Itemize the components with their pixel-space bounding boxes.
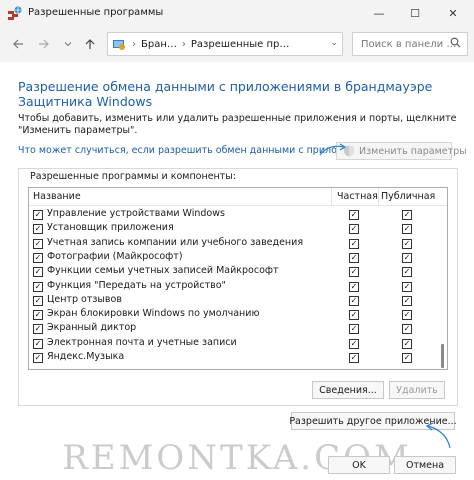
arrow-right-icon: [39, 39, 49, 49]
details-button[interactable]: Сведения...: [312, 381, 384, 399]
app-name-label: Фотографии (Майкрософт): [47, 250, 183, 262]
public-network-checkbox[interactable]: ✓: [402, 338, 412, 349]
private-network-checkbox[interactable]: ✓: [349, 295, 359, 306]
search-placeholder: Поиск в панели …: [361, 38, 457, 50]
app-name-label: Установщик приложения: [47, 222, 174, 234]
private-network-checkbox[interactable]: ✓: [349, 310, 359, 321]
maximize-button[interactable]: ☐: [398, 0, 432, 26]
private-network-checkbox[interactable]: ✓: [349, 281, 359, 292]
private-network-checkbox[interactable]: ✓: [349, 210, 359, 220]
allowed-apps-label: Разрешенные программы и компоненты:: [30, 171, 236, 182]
app-name-label: Яндекс.Музыка: [47, 351, 125, 362]
public-network-checkbox[interactable]: ✓: [402, 295, 412, 306]
page-description: Чтобы добавить, изменить или удалить раз…: [18, 113, 457, 136]
app-enabled-checkbox[interactable]: ✓: [33, 224, 43, 235]
app-name-label: Центр отзывов: [47, 293, 122, 305]
search-input[interactable]: Поиск в панели …: [352, 32, 468, 56]
forward-button[interactable]: [34, 34, 54, 54]
private-network-checkbox[interactable]: ✓: [349, 267, 359, 278]
firewall-app-icon: [8, 6, 22, 20]
control-panel-icon: [113, 40, 125, 50]
private-network-checkbox[interactable]: ✓: [349, 224, 359, 235]
app-name-label: Управление устройствами Windows: [47, 208, 225, 219]
public-network-checkbox[interactable]: ✓: [402, 353, 412, 363]
public-network-checkbox[interactable]: ✓: [402, 238, 412, 249]
breadcrumb-allowed-apps[interactable]: Разрешенные пр…: [191, 39, 289, 50]
app-enabled-checkbox[interactable]: ✓: [33, 338, 43, 349]
table-row[interactable]: ✓ Яндекс.Музыка ✓ ✓: [29, 351, 439, 365]
table-row[interactable]: ✓ Установщик приложения ✓ ✓: [29, 222, 439, 236]
address-bar[interactable]: › Бран… › Разрешенные пр… ⌄: [107, 32, 343, 56]
allowed-apps-list[interactable]: Название Частная Публичная ✓ Управление у…: [28, 187, 448, 370]
annotation-arrow-top: [319, 143, 347, 156]
arrow-left-icon: [13, 39, 23, 49]
table-row[interactable]: ✓ Экран блокировки Windows по умолчанию ✓ ✓: [29, 308, 439, 322]
annotation-arrow-bottom: [425, 422, 451, 449]
app-enabled-checkbox[interactable]: ✓: [33, 324, 43, 335]
table-row[interactable]: ✓ Управление устройствами Windows ✓ ✓: [29, 208, 439, 222]
app-enabled-checkbox[interactable]: ✓: [33, 210, 43, 220]
app-name-label: Функция "Передать на устройство": [47, 279, 226, 291]
app-name-label: Электронная почта и учетные записи: [47, 336, 237, 348]
app-name-label: Экранный диктор: [47, 322, 137, 334]
address-dropdown-icon[interactable]: ⌄: [330, 38, 338, 48]
app-enabled-checkbox[interactable]: ✓: [33, 295, 43, 306]
scrollbar-thumb[interactable]: [441, 344, 444, 368]
change-settings-button[interactable]: Изменить параметры: [336, 142, 467, 160]
app-enabled-checkbox[interactable]: ✓: [33, 281, 43, 292]
app-name-label: Функции семьи учетных записей Майкрософт: [47, 265, 279, 277]
app-enabled-checkbox[interactable]: ✓: [33, 238, 43, 249]
recent-locations-button[interactable]: [58, 34, 78, 54]
column-divider[interactable]: [331, 188, 332, 206]
private-network-checkbox[interactable]: ✓: [349, 353, 359, 363]
table-row[interactable]: ✓ Учетная запись компании или учебного за…: [29, 237, 439, 251]
app-enabled-checkbox[interactable]: ✓: [33, 267, 43, 278]
public-network-checkbox[interactable]: ✓: [402, 310, 412, 321]
public-network-checkbox[interactable]: ✓: [402, 252, 412, 263]
public-network-checkbox[interactable]: ✓: [402, 324, 412, 335]
minimize-button[interactable]: —: [362, 0, 396, 26]
breadcrumb-firewall[interactable]: Бран…: [141, 39, 177, 50]
app-enabled-checkbox[interactable]: ✓: [33, 353, 43, 363]
column-header-public[interactable]: Публичная: [381, 191, 435, 202]
page-heading: Разрешение обмена данными с приложениями…: [18, 79, 433, 109]
search-icon: [450, 37, 461, 48]
change-settings-label: Изменить параметры: [359, 145, 467, 157]
app-name-label: Учетная запись компании или учебного зав…: [47, 236, 304, 248]
navigation-bar: › Бран… › Разрешенные пр… ⌄ Поиск в пане…: [0, 28, 474, 60]
column-header-private[interactable]: Частная: [337, 191, 378, 202]
cancel-button[interactable]: Отмена: [394, 456, 456, 474]
private-network-checkbox[interactable]: ✓: [349, 338, 359, 349]
public-network-checkbox[interactable]: ✓: [402, 267, 412, 278]
private-network-checkbox[interactable]: ✓: [349, 324, 359, 335]
table-row[interactable]: ✓ Фотографии (Майкрософт) ✓ ✓: [29, 251, 439, 265]
close-button[interactable]: ✕: [436, 0, 470, 26]
arrow-up-icon: [85, 39, 95, 49]
private-network-checkbox[interactable]: ✓: [349, 252, 359, 263]
table-row[interactable]: ✓ Электронная почта и учетные записи ✓ ✓: [29, 337, 439, 351]
app-enabled-checkbox[interactable]: ✓: [33, 252, 43, 263]
public-network-checkbox[interactable]: ✓: [402, 224, 412, 235]
table-row[interactable]: ✓ Экранный диктор ✓ ✓: [29, 322, 439, 336]
column-divider[interactable]: [378, 188, 379, 206]
back-button[interactable]: [8, 34, 28, 54]
ok-button[interactable]: OK: [328, 456, 390, 474]
public-network-checkbox[interactable]: ✓: [402, 210, 412, 220]
list-header: Название Частная Публичная: [29, 188, 447, 206]
table-row[interactable]: ✓ Функция "Передать на устройство" ✓ ✓: [29, 280, 439, 294]
delete-button[interactable]: Удалить: [389, 381, 445, 399]
title-bar: Разрешенные программы — ☐ ✕: [0, 0, 474, 26]
app-enabled-checkbox[interactable]: ✓: [33, 310, 43, 321]
window-title: Разрешенные программы: [28, 7, 164, 18]
up-button[interactable]: [80, 34, 100, 54]
private-network-checkbox[interactable]: ✓: [349, 238, 359, 249]
table-row[interactable]: ✓ Центр отзывов ✓ ✓: [29, 294, 439, 308]
column-header-name[interactable]: Название: [33, 191, 81, 202]
breadcrumb-separator: ›: [181, 38, 186, 50]
public-network-checkbox[interactable]: ✓: [402, 281, 412, 292]
chevron-down-icon: [64, 42, 72, 47]
app-name-label: Экран блокировки Windows по умолчанию: [47, 308, 260, 320]
table-row[interactable]: ✓ Функции семьи учетных записей Майкрософ…: [29, 265, 439, 279]
breadcrumb-separator: ›: [132, 38, 136, 50]
